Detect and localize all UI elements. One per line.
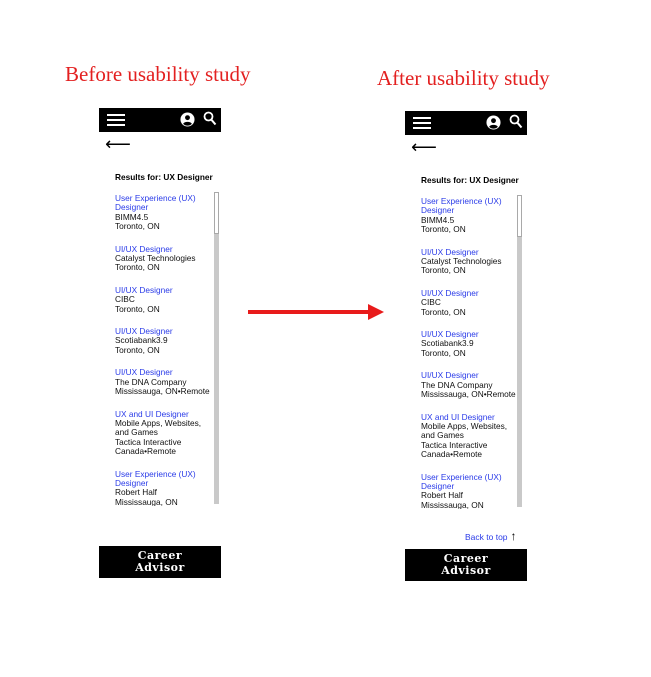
arrow-up-icon[interactable]: ↑: [511, 529, 517, 543]
job-card[interactable]: UI/UX Designer CIBC Toronto, ON: [421, 288, 519, 317]
job-location: Toronto, ON: [421, 306, 466, 317]
job-title-link[interactable]: User Experience (UX) Designer: [421, 472, 519, 492]
job-location: Canada•Remote: [421, 449, 483, 460]
search-icon[interactable]: [203, 111, 217, 127]
before-caption: Before usability study: [65, 62, 251, 86]
user-account-icon[interactable]: [486, 115, 501, 130]
job-location: Toronto, ON: [115, 344, 160, 355]
job-card[interactable]: UX and UI Designer Mobile Apps, Websites…: [421, 412, 519, 460]
job-card[interactable]: UI/UX Designer Scotiabank3.9 Toronto, ON: [115, 326, 213, 355]
job-card[interactable]: UI/UX Designer Catalyst Technologies Tor…: [115, 244, 213, 273]
job-card[interactable]: User Experience (UX) Designer Robert Hal…: [115, 469, 213, 506]
after-phone-screen: ⟵ Results for: UX Designer User Experien…: [405, 111, 527, 581]
job-card[interactable]: User Experience (UX) Designer BIMM4.5 To…: [421, 197, 519, 235]
career-advisor-logo: Career Advisor: [99, 546, 221, 578]
job-location: Toronto, ON: [421, 224, 466, 235]
after-caption: After usability study: [377, 66, 550, 90]
job-card[interactable]: User Experience (UX) Designer BIMM4.5 To…: [115, 194, 213, 232]
career-advisor-logo: Career Advisor: [405, 549, 527, 581]
user-account-icon[interactable]: [180, 112, 195, 127]
hamburger-menu-icon[interactable]: [107, 114, 125, 126]
job-location: Mississauga, ON: [115, 496, 178, 506]
job-card[interactable]: User Experience (UX) Designer Robert Hal…: [421, 472, 519, 509]
transition-arrow-icon: [248, 304, 384, 320]
scrollbar-thumb[interactable]: [517, 195, 522, 237]
job-subtitle: Mobile Apps, Websites, and Games: [115, 417, 202, 438]
job-card[interactable]: UI/UX Designer CIBC Toronto, ON: [115, 285, 213, 314]
top-app-bar: [405, 111, 527, 135]
job-location: Toronto, ON: [421, 347, 466, 358]
hamburger-menu-icon[interactable]: [413, 117, 431, 129]
job-title-link[interactable]: User Experience (UX) Designer: [115, 469, 213, 489]
scrollbar-thumb[interactable]: [214, 192, 219, 234]
back-to-top-link[interactable]: Back to top ↑: [465, 529, 517, 543]
job-results-list: User Experience (UX) Designer BIMM4.5 To…: [115, 194, 213, 506]
job-card[interactable]: UI/UX Designer The DNA Company Mississau…: [115, 367, 213, 397]
job-subtitle: Mobile Apps, Websites, and Games: [421, 420, 508, 441]
back-to-top-label[interactable]: Back to top: [465, 532, 508, 542]
before-phone-screen: ⟵ Results for: UX Designer User Experien…: [99, 108, 221, 578]
job-location: Toronto, ON: [421, 265, 466, 276]
job-title-link[interactable]: User Experience (UX) Designer: [115, 194, 213, 213]
job-card[interactable]: UX and UI Designer Mobile Apps, Websites…: [115, 409, 213, 457]
job-card[interactable]: UI/UX Designer Catalyst Technologies Tor…: [421, 247, 519, 276]
job-location: Toronto, ON: [115, 303, 160, 314]
back-arrow-icon[interactable]: ⟵: [105, 136, 131, 154]
job-title-link[interactable]: User Experience (UX) Designer: [421, 197, 519, 216]
job-results-list: User Experience (UX) Designer BIMM4.5 To…: [421, 197, 519, 509]
results-heading: Results for: UX Designer: [421, 175, 519, 185]
job-location: Mississauga, ON•Remote: [421, 389, 516, 400]
job-location: Toronto, ON: [115, 262, 160, 273]
results-heading: Results for: UX Designer: [115, 172, 213, 182]
job-location: Toronto, ON: [115, 221, 160, 232]
scrollbar[interactable]: [517, 195, 522, 507]
job-card[interactable]: UI/UX Designer The DNA Company Mississau…: [421, 370, 519, 400]
job-location: Mississauga, ON•Remote: [115, 386, 210, 397]
scrollbar[interactable]: [214, 192, 219, 504]
top-app-bar: [99, 108, 221, 132]
search-icon[interactable]: [509, 114, 523, 130]
job-card[interactable]: UI/UX Designer Scotiabank3.9 Toronto, ON: [421, 329, 519, 358]
job-location: Canada•Remote: [115, 446, 177, 457]
job-location: Mississauga, ON: [421, 499, 484, 509]
back-arrow-icon[interactable]: ⟵: [411, 139, 437, 157]
